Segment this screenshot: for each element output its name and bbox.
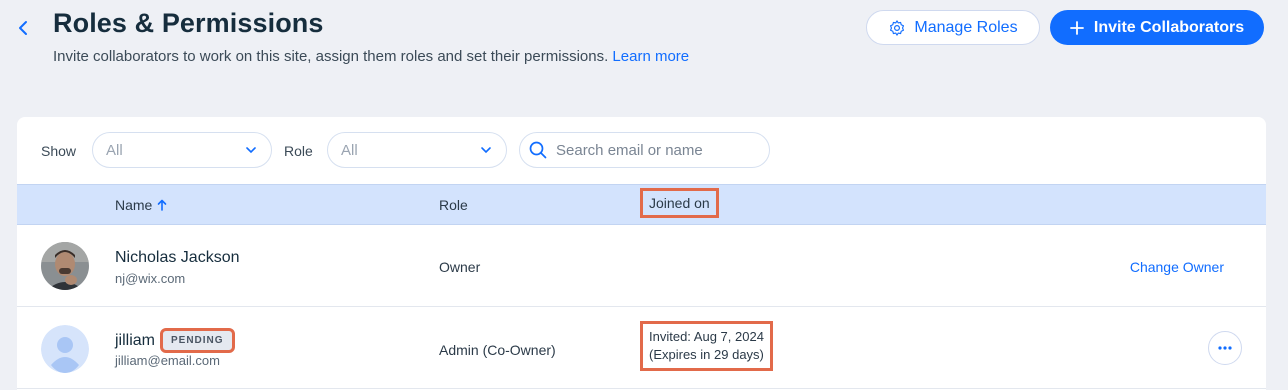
chevron-down-icon — [481, 147, 491, 154]
invite-collaborators-label: Invite Collaborators — [1093, 18, 1245, 36]
collaborator-name: jilliam — [115, 332, 155, 349]
arrow-up-icon — [158, 199, 167, 211]
show-filter-value: All — [106, 141, 123, 159]
back-button[interactable] — [12, 16, 34, 40]
collaborator-role: Admin (Co-Owner) — [439, 342, 556, 358]
role-filter-label: Role — [284, 143, 313, 159]
page-title: Roles & Permissions — [53, 8, 324, 38]
avatar — [41, 242, 89, 290]
page-subtitle: Invite collaborators to work on this sit… — [53, 48, 689, 65]
invited-date: Invited: Aug 7, 2024 — [649, 329, 764, 344]
column-header-joined: Joined on — [640, 188, 719, 218]
column-header-name-label: Name — [115, 197, 153, 213]
avatar-placeholder-icon — [41, 325, 89, 373]
column-header-role: Role — [439, 197, 468, 213]
collaborator-role: Owner — [439, 259, 481, 275]
status-badge: PENDING — [160, 328, 235, 353]
invitation-status: Invited: Aug 7, 2024 (Expires in 29 days… — [640, 321, 773, 371]
collaborator-email: jilliam@email.com — [115, 353, 220, 368]
search-box[interactable] — [519, 132, 770, 168]
search-input[interactable] — [556, 141, 756, 159]
subtitle-text: Invite collaborators to work on this sit… — [53, 48, 609, 65]
role-filter-value: All — [341, 141, 358, 159]
table-header: Name Role Joined on — [17, 184, 1266, 225]
more-actions-button[interactable] — [1208, 331, 1242, 365]
chevron-down-icon — [246, 147, 256, 154]
role-filter-select[interactable]: All — [327, 132, 507, 168]
search-icon — [529, 141, 547, 159]
chevron-left-icon — [19, 21, 27, 35]
table-row[interactable]: Nicholas Jackson nj@wix.com Owner Change… — [17, 225, 1266, 307]
table-row[interactable]: jilliam PENDING jilliam@email.com Admin … — [17, 307, 1266, 389]
column-header-name[interactable]: Name — [115, 197, 167, 213]
collaborator-email: nj@wix.com — [115, 271, 186, 286]
show-filter-select[interactable]: All — [92, 132, 272, 168]
plus-icon — [1069, 20, 1084, 35]
show-filter-label: Show — [41, 143, 77, 159]
manage-roles-button[interactable]: Manage Roles — [866, 10, 1040, 45]
invite-collaborators-button[interactable]: Invite Collaborators — [1050, 10, 1264, 45]
manage-roles-label: Manage Roles — [914, 18, 1018, 36]
learn-more-link[interactable]: Learn more — [612, 48, 689, 65]
more-icon — [1218, 346, 1232, 350]
gear-icon — [890, 19, 905, 36]
collaborators-card: Show All Role All Name Role Joined on — [17, 117, 1266, 390]
change-owner-link[interactable]: Change Owner — [1130, 259, 1224, 275]
invite-expiry: (Expires in 29 days) — [649, 347, 764, 362]
collaborator-name: Nicholas Jackson — [115, 249, 240, 266]
